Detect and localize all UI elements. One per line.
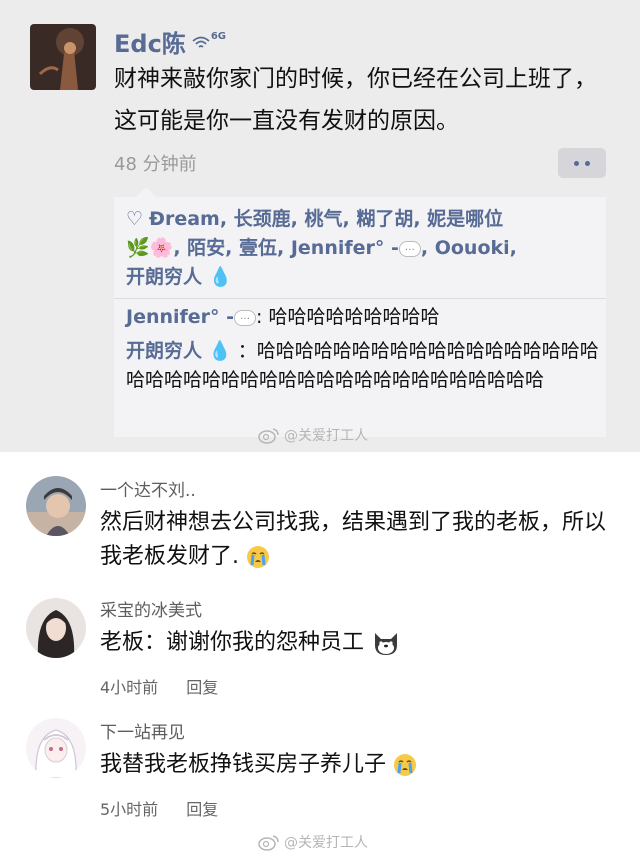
moment-comment-text: : 哈哈哈哈哈哈哈哈哈	[256, 306, 440, 328]
comment-time: 4小时前	[100, 678, 159, 697]
crying-face-icon	[394, 754, 417, 776]
comment-time: 5小时前	[100, 800, 159, 819]
comment-text: 我替我老板挣钱买房子养儿子	[100, 752, 387, 777]
comment-meta: 5小时前 回复	[100, 796, 218, 820]
moment-comment[interactable]: 开朗穷人 💧 ：哈哈哈哈哈哈哈哈哈哈哈哈哈哈哈哈哈哈哈哈哈哈哈哈哈哈哈哈哈哈哈哈…	[126, 337, 602, 395]
divider	[114, 298, 606, 299]
weibo-watermark: @关爱打工人	[258, 832, 368, 852]
weibo-watermark: @关爱打工人	[258, 425, 368, 445]
reply-button[interactable]: 回复	[186, 796, 218, 820]
signal-icon: 6G	[192, 31, 226, 49]
weibo-logo-icon	[258, 835, 279, 851]
likes-list: ♡ Ðream, 长颈鹿, 桃气, 糊了胡, 妮是哪位 🌿🌸, 陌安, 壹伍, J…	[126, 205, 602, 292]
watermark-text: @关爱打工人	[284, 428, 368, 444]
comment-text-wrap: 然后财神想去公司找我，结果遇到了我的老板，所以我老板发财了.	[100, 506, 620, 574]
watermark-text: @关爱打工人	[284, 835, 368, 851]
speech-bubble-icon: …	[398, 240, 421, 257]
comment-username[interactable]: 下一站再见	[100, 718, 185, 743]
reply-button[interactable]: 回复	[186, 674, 218, 698]
moment-comment[interactable]: Jennifer° -…: 哈哈哈哈哈哈哈哈哈	[126, 303, 602, 332]
comment-username[interactable]: 采宝的冰美式	[100, 596, 202, 621]
moments-post-screenshot: Edc陈 6G 财神来敲你家门的时候，你已经在公司上班了，这可能是你一直没有发财…	[0, 0, 640, 452]
more-options-button[interactable]	[558, 148, 606, 178]
avatar[interactable]	[26, 598, 86, 658]
speech-bubble-icon: …	[234, 309, 257, 326]
likes-comments-box: ♡ Ðream, 长颈鹿, 桃气, 糊了胡, 妮是哪位 🌿🌸, 陌安, 壹伍, J…	[114, 187, 606, 437]
comment-text-wrap: 我替我老板挣钱买房子养儿子	[100, 748, 620, 782]
poster-name[interactable]: Edc陈	[114, 24, 186, 59]
avatar[interactable]	[26, 718, 86, 778]
weibo-logo-icon	[258, 428, 279, 444]
comment-meta: 4小时前 回复	[100, 674, 218, 698]
heart-icon: ♡	[126, 208, 144, 230]
likes-names-2[interactable]: , 陌安, 壹伍, Jennifer° -	[173, 237, 399, 259]
droplet-icon: 💧	[208, 340, 232, 362]
likes-names-1[interactable]: Ðream, 长颈鹿, 桃气, 糊了胡, 妮是哪位	[149, 208, 503, 230]
comment-username[interactable]: 一个达不刘..	[100, 476, 196, 501]
blossom-emoji-icon: 🌸	[149, 237, 174, 259]
signal-label: 6G	[210, 31, 226, 42]
poster-avatar[interactable]	[30, 24, 96, 90]
comment-text: 老板：谢谢你我的怨种员工	[100, 630, 365, 655]
comment-text-wrap: 老板：谢谢你我的怨种员工	[100, 626, 620, 660]
doge-icon	[375, 633, 398, 655]
post-text: 财神来敲你家门的时候，你已经在公司上班了，这可能是你一直没有发财的原因。	[114, 66, 597, 134]
droplet-icon: 💧	[208, 266, 233, 288]
likes-names-4[interactable]: 开朗穷人	[126, 266, 202, 288]
moment-comment-user[interactable]: Jennifer° -	[126, 306, 234, 328]
avatar[interactable]	[26, 476, 86, 536]
post-time: 48 分钟前	[114, 154, 197, 175]
herb-emoji-icon: 🌿	[126, 237, 150, 259]
likes-names-3[interactable]: , Oouoki,	[421, 237, 517, 259]
crying-face-icon	[247, 546, 269, 568]
moment-comment-user[interactable]: 开朗穷人	[126, 340, 202, 362]
comment-text: 然后财神想去公司找我，结果遇到了我的老板，所以我老板发财了.	[100, 510, 607, 569]
